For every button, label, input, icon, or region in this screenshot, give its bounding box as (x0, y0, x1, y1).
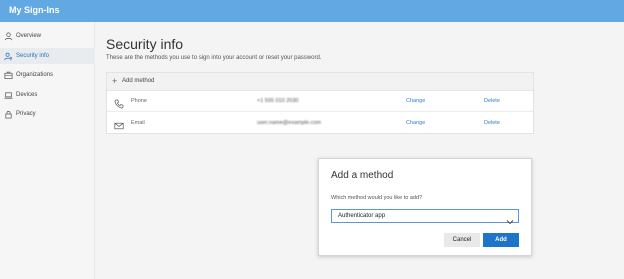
add-method-button[interactable]: + Add method (107, 73, 533, 91)
phone-icon (114, 96, 124, 109)
method-name: Email (131, 120, 145, 126)
plus-icon: + (112, 76, 118, 86)
sidebar-item-label: Organizations (16, 72, 54, 78)
change-phone-link[interactable]: Change (406, 98, 425, 104)
dialog-prompt: Which method would you like to add? (331, 195, 423, 201)
security-methods-card: + Add method Phone +1 555 010 2030 Chang… (106, 72, 534, 134)
sidebar-item-label: Security info (16, 53, 50, 59)
sidebar-item-devices[interactable]: Devices (0, 87, 95, 103)
laptop-icon (4, 91, 13, 100)
building-icon (4, 71, 13, 80)
selected-method: Authenticator app (338, 213, 386, 219)
app-title[interactable]: My Sign-Ins (9, 5, 60, 15)
sidebar-item-organizations[interactable]: Organizations (0, 67, 95, 83)
add-button[interactable]: Add (483, 233, 519, 247)
method-name: Phone (131, 98, 147, 104)
sidebar-item-security-info[interactable]: Security info (0, 48, 95, 64)
add-method-label: Add method (122, 78, 155, 84)
delete-email-link[interactable]: Delete (484, 120, 500, 126)
lock-icon (4, 110, 13, 119)
top-bar: My Sign-Ins (0, 0, 624, 22)
page-subtitle: These are the methods you use to sign in… (106, 55, 322, 61)
add-method-dialog: Add a method Which method would you like… (318, 158, 532, 256)
chevron-down-icon (506, 213, 514, 225)
page-title: Security info (106, 36, 184, 52)
sidebar-item-overview[interactable]: Overview (0, 28, 95, 44)
method-row-email: Email user.name@example.com Change Delet… (107, 113, 533, 134)
change-email-link[interactable]: Change (406, 120, 425, 126)
dialog-title: Add a method (331, 170, 394, 181)
method-value-redacted: +1 555 010 2030 (257, 98, 299, 104)
mail-icon (114, 118, 124, 130)
sidebar-item-label: Privacy (16, 111, 36, 117)
method-select[interactable]: Authenticator app (331, 209, 519, 225)
cancel-button[interactable]: Cancel (444, 233, 480, 247)
sidebar-item-label: Devices (16, 92, 38, 98)
delete-phone-link[interactable]: Delete (484, 98, 500, 104)
sidebar-item-privacy[interactable]: Privacy (0, 106, 95, 122)
sidebar-item-label: Overview (16, 33, 42, 39)
user-key-icon (4, 52, 13, 61)
method-value-redacted: user.name@example.com (257, 120, 321, 126)
method-row-phone: Phone +1 555 010 2030 Change Delete (107, 91, 533, 112)
sidebar: Overview Security info Organizations Dev… (0, 22, 95, 279)
user-icon (4, 32, 13, 41)
